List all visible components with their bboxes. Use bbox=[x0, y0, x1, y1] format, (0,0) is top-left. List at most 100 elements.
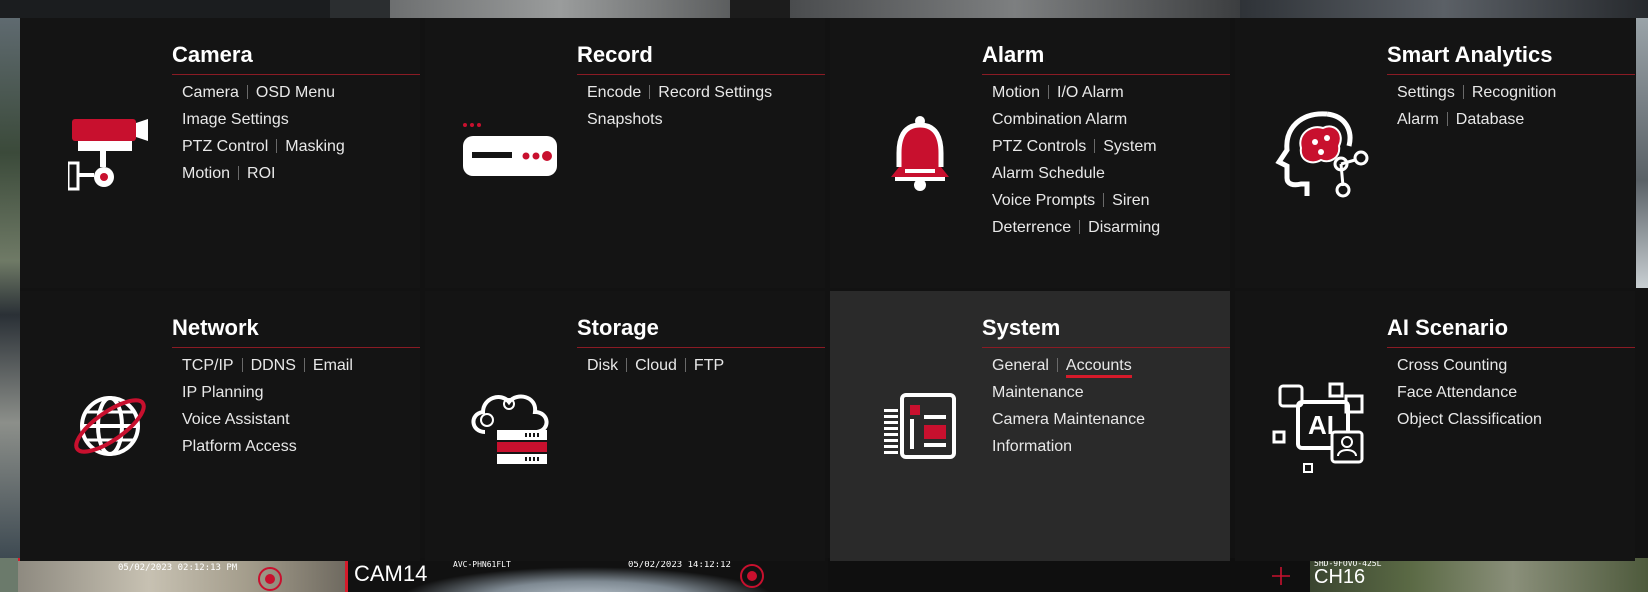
link-row: Settings Recognition bbox=[1397, 79, 1627, 106]
menu-link-maintenance[interactable]: Maintenance bbox=[992, 384, 1084, 401]
menu-link-ptz-control[interactable]: PTZ Control bbox=[182, 138, 268, 155]
menu-link-tcp-ip[interactable]: TCP/IP bbox=[182, 357, 234, 374]
menu-link-motion[interactable]: Motion bbox=[182, 165, 230, 182]
camera-timestamp: 05/02/2023 02:12:13 PM bbox=[118, 563, 238, 573]
menu-link-platform-access[interactable]: Platform Access bbox=[182, 438, 297, 455]
system-panel-icon bbox=[870, 371, 970, 481]
svg-text:AI: AI bbox=[1308, 410, 1334, 440]
menu-link-alarm[interactable]: Alarm bbox=[1397, 111, 1439, 128]
menu-link-combination-alarm[interactable]: Combination Alarm bbox=[992, 111, 1127, 128]
tile-links: Encode Record Settings Snapshots bbox=[587, 79, 817, 133]
menu-link-voice-assistant[interactable]: Voice Assistant bbox=[182, 411, 290, 428]
link-row: Maintenance bbox=[992, 379, 1222, 406]
menu-link-camera[interactable]: Camera bbox=[182, 84, 239, 101]
menu-link-siren[interactable]: Siren bbox=[1112, 192, 1149, 209]
menu-tile-storage[interactable]: Storage Disk Cloud FTP bbox=[425, 291, 825, 561]
menu-tile-network[interactable]: Network TCP/IP DDNS Email IP Planning Voice … bbox=[20, 291, 420, 561]
add-camera-icon[interactable] bbox=[1271, 566, 1291, 586]
tile-title: Network bbox=[172, 315, 420, 348]
menu-tile-record[interactable]: Record Encode Record Settings Snapshots bbox=[425, 18, 825, 288]
tile-title: Smart Analytics bbox=[1387, 42, 1635, 75]
camera-tile-cam14[interactable]: CAM14 AVC-PHN61FLT 05/02/2023 14:12:12 bbox=[348, 558, 828, 592]
ai-brain-icon bbox=[1265, 98, 1385, 208]
link-separator bbox=[1056, 358, 1058, 372]
tile-links: TCP/IP DDNS Email IP Planning Voice Assistan… bbox=[182, 352, 412, 460]
menu-link-ptz-controls[interactable]: PTZ Controls bbox=[992, 138, 1086, 155]
menu-link-accounts[interactable]: Accounts bbox=[1065, 357, 1132, 378]
menu-link-voice-prompts[interactable]: Voice Prompts bbox=[992, 192, 1095, 209]
camera-tile-left[interactable]: 05/02/2023 02:12:13 PM bbox=[18, 558, 348, 592]
menu-link-recognition[interactable]: Recognition bbox=[1472, 84, 1557, 101]
link-row: General Accounts bbox=[992, 352, 1222, 379]
menu-link-i-o-alarm[interactable]: I/O Alarm bbox=[1057, 84, 1124, 101]
menu-link-general[interactable]: General bbox=[992, 357, 1049, 374]
dvr-screen: 05/02/2023 02:12:13 PM CAM14 AVC-PHN61FL… bbox=[0, 0, 1648, 592]
camera-label: CH16 bbox=[1314, 566, 1366, 588]
menu-link-system[interactable]: System bbox=[1103, 138, 1156, 155]
link-row: Deterrence Disarming bbox=[992, 214, 1222, 241]
menu-link-database[interactable]: Database bbox=[1456, 111, 1525, 128]
menu-link-settings[interactable]: Settings bbox=[1397, 84, 1455, 101]
menu-link-cloud[interactable]: Cloud bbox=[635, 357, 677, 374]
menu-link-camera-maintenance[interactable]: Camera Maintenance bbox=[992, 411, 1145, 428]
ai-scenario-icon: AI bbox=[1265, 371, 1375, 481]
menu-link-disarming[interactable]: Disarming bbox=[1088, 219, 1160, 236]
tile-links: Disk Cloud FTP bbox=[587, 352, 817, 379]
tile-title: Alarm bbox=[982, 42, 1230, 75]
link-separator bbox=[1446, 112, 1448, 126]
tile-title: Record bbox=[577, 42, 825, 75]
menu-link-information[interactable]: Information bbox=[992, 438, 1072, 455]
camera-label: CAM14 bbox=[354, 561, 428, 586]
link-row: TCP/IP DDNS Email bbox=[182, 352, 412, 379]
camera-tile-empty[interactable] bbox=[828, 558, 1310, 592]
link-separator bbox=[649, 85, 651, 99]
menu-link-snapshots[interactable]: Snapshots bbox=[587, 111, 663, 128]
menu-tile-system[interactable]: System General Accounts Maintenance Camera … bbox=[830, 291, 1230, 561]
link-row: Image Settings bbox=[182, 106, 412, 133]
menu-link-encode[interactable]: Encode bbox=[587, 84, 641, 101]
menu-link-motion[interactable]: Motion bbox=[992, 84, 1040, 101]
link-row: PTZ Control Masking bbox=[182, 133, 412, 160]
link-row: Motion I/O Alarm bbox=[992, 79, 1222, 106]
link-row: Information bbox=[992, 433, 1222, 460]
tile-title: Camera bbox=[172, 42, 420, 75]
menu-link-ftp[interactable]: FTP bbox=[694, 357, 724, 374]
camera-model: AVC-PHN61FLT bbox=[453, 560, 511, 569]
link-row: PTZ Controls System bbox=[992, 133, 1222, 160]
link-separator bbox=[1094, 139, 1096, 153]
menu-link-osd-menu[interactable]: OSD Menu bbox=[256, 84, 335, 101]
link-row: Motion ROI bbox=[182, 160, 412, 187]
camera-icon bbox=[60, 98, 160, 208]
menu-tile-ai-scenario[interactable]: AI AI Scenario Cross Counting Face Attend… bbox=[1235, 291, 1635, 561]
link-row: Alarm Database bbox=[1397, 106, 1627, 133]
menu-link-deterrence[interactable]: Deterrence bbox=[992, 219, 1071, 236]
menu-link-roi[interactable]: ROI bbox=[247, 165, 275, 182]
bell-icon bbox=[870, 98, 970, 208]
link-separator bbox=[276, 139, 278, 153]
recorder-icon bbox=[455, 98, 565, 208]
menu-link-image-settings[interactable]: Image Settings bbox=[182, 111, 289, 128]
menu-link-ddns[interactable]: DDNS bbox=[251, 357, 296, 374]
menu-link-email[interactable]: Email bbox=[313, 357, 353, 374]
menu-tile-alarm[interactable]: Alarm Motion I/O Alarm Combination Alarm PT… bbox=[830, 18, 1230, 288]
menu-link-alarm-schedule[interactable]: Alarm Schedule bbox=[992, 165, 1105, 182]
menu-link-masking[interactable]: Masking bbox=[285, 138, 345, 155]
menu-link-ip-planning[interactable]: IP Planning bbox=[182, 384, 264, 401]
menu-link-disk[interactable]: Disk bbox=[587, 357, 618, 374]
menu-tile-smart-analytics[interactable]: Smart Analytics Settings Recognition Alarm… bbox=[1235, 18, 1635, 288]
menu-link-object-classification[interactable]: Object Classification bbox=[1397, 411, 1542, 428]
bottom-camera-feeds: 05/02/2023 02:12:13 PM CAM14 AVC-PHN61FL… bbox=[0, 558, 1648, 592]
link-row: Disk Cloud FTP bbox=[587, 352, 817, 379]
right-camera-feed bbox=[1636, 18, 1648, 288]
camera-tile-ch16[interactable]: 5HD-9FOVO-425L CH16 bbox=[1310, 558, 1648, 592]
link-row: Camera OSD Menu bbox=[182, 79, 412, 106]
menu-link-record-settings[interactable]: Record Settings bbox=[658, 84, 772, 101]
tile-links: General Accounts Maintenance Camera Mainten… bbox=[992, 352, 1222, 460]
tile-title: AI Scenario bbox=[1387, 315, 1635, 348]
menu-link-face-attendance[interactable]: Face Attendance bbox=[1397, 384, 1517, 401]
link-row: Voice Prompts Siren bbox=[992, 187, 1222, 214]
tile-links: Settings Recognition Alarm Database bbox=[1397, 79, 1627, 133]
menu-tile-camera[interactable]: Camera Camera OSD Menu Image Settings PTZ C… bbox=[20, 18, 420, 288]
globe-icon bbox=[60, 371, 160, 481]
menu-link-cross-counting[interactable]: Cross Counting bbox=[1397, 357, 1507, 374]
